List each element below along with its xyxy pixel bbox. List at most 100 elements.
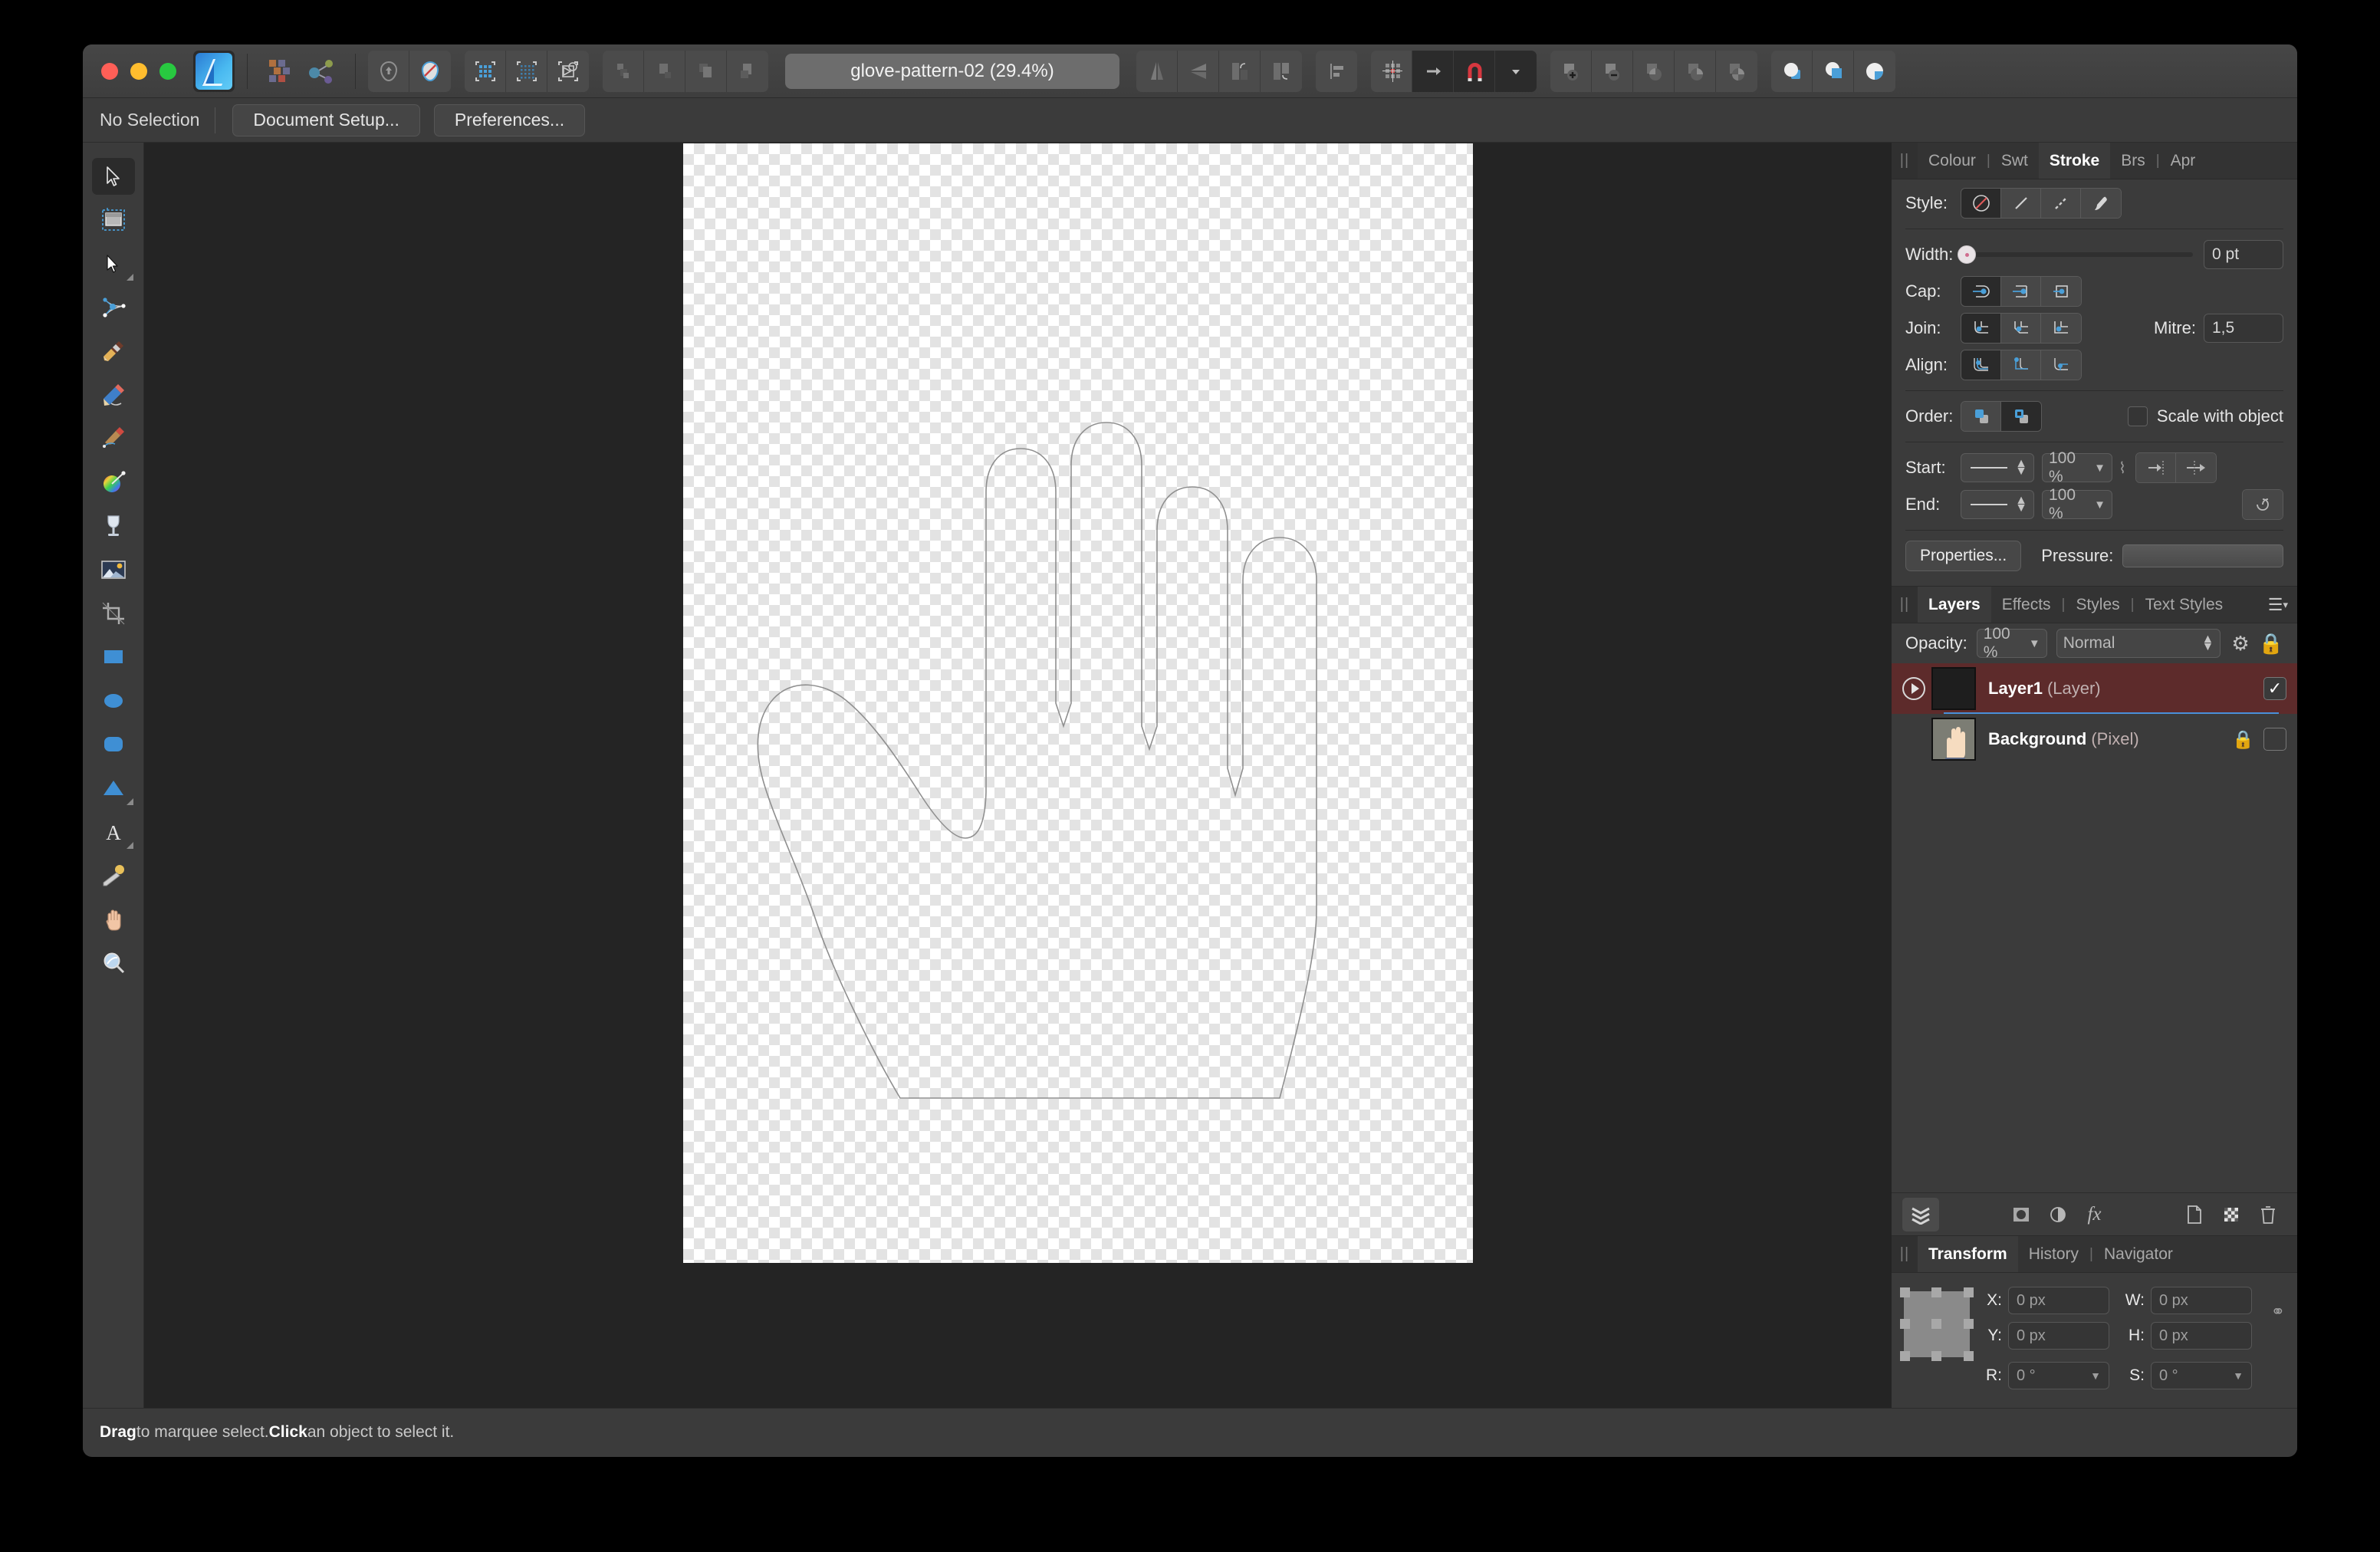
layer-row-layer1[interactable]: Layer1(Layer) ✓ [1892, 663, 2297, 714]
cap-square-button[interactable] [2041, 277, 2081, 306]
stroke-mitre-input[interactable]: 1,5 [2204, 314, 2283, 343]
transform-h-input[interactable]: 0 px [2151, 1322, 2252, 1350]
pixel-selection-button[interactable] [465, 51, 506, 92]
join-mitre-button[interactable] [2041, 314, 2081, 343]
blend-mode-1-button[interactable] [1771, 51, 1813, 92]
stroke-width-slider[interactable] [1961, 252, 2193, 257]
selection-from-layer-button[interactable] [547, 51, 589, 92]
delete-layer-button[interactable] [2250, 1198, 2286, 1231]
blend-mode-stepper[interactable]: ▲▼ [2201, 636, 2214, 650]
ellipse-tool[interactable] [92, 682, 135, 719]
gear-icon[interactable]: ⚙ [2231, 632, 2249, 656]
eyedropper-tool[interactable] [92, 857, 135, 894]
designer-persona-button[interactable] [193, 51, 235, 92]
join-round-button[interactable] [1961, 314, 2001, 343]
export-persona-button[interactable] [301, 51, 343, 92]
tab-brushes[interactable]: Brs [2110, 143, 2156, 179]
new-layer-button[interactable] [2176, 1198, 2213, 1231]
tab-colour[interactable]: Colour [1918, 143, 1987, 179]
tab-transform[interactable]: Transform [1918, 1236, 2018, 1272]
arrow-align-inside-button[interactable] [2136, 453, 2176, 482]
stroke-properties-button[interactable]: Properties... [1905, 541, 2021, 571]
move-down-button[interactable] [644, 51, 685, 92]
vector-brush-tool[interactable] [92, 420, 135, 457]
zoom-tool[interactable] [92, 945, 135, 982]
document-setup-button[interactable]: Document Setup... [232, 104, 420, 136]
rounded-rectangle-tool[interactable] [92, 726, 135, 763]
tab-history[interactable]: History [2018, 1236, 2089, 1272]
background-visibility-checkbox[interactable] [2263, 728, 2286, 751]
blend-mode-select[interactable]: Normal ▲▼ [2056, 629, 2221, 658]
end-arrow-select[interactable]: ▲▼ [1961, 490, 2034, 519]
expand-layer-icon[interactable] [1902, 677, 1925, 700]
transform-y-input[interactable]: 0 px [2008, 1322, 2109, 1350]
move-back-button[interactable] [727, 51, 768, 92]
start-arrow-stepper[interactable]: ▲▼ [2015, 460, 2027, 475]
align-inside-button[interactable] [2001, 350, 2041, 380]
stroke-style-brush-button[interactable] [2081, 189, 2121, 218]
start-scale-select[interactable]: 100 % ▼ [2042, 453, 2112, 482]
move-up-button[interactable] [603, 51, 644, 92]
transform-r-input[interactable]: 0 ° ▼ [2008, 1362, 2109, 1389]
start-arrow-select[interactable]: ▲▼ [1961, 453, 2034, 482]
hand-tool[interactable] [92, 901, 135, 938]
boolean-subtract-button[interactable] [1592, 51, 1633, 92]
tab-styles[interactable]: Styles [2065, 587, 2130, 623]
blend-mode-3-button[interactable] [1854, 51, 1895, 92]
tab-layers[interactable]: Layers [1918, 587, 1991, 623]
cap-round-button[interactable] [1961, 277, 2001, 306]
tab-stroke[interactable]: Stroke [2039, 143, 2110, 179]
cap-butt-button[interactable] [2001, 277, 2041, 306]
stroke-width-input[interactable]: 0 pt [2204, 240, 2283, 269]
boolean-divide-button[interactable] [1716, 51, 1757, 92]
pencil-tool[interactable] [92, 376, 135, 413]
artboard-tool[interactable] [92, 202, 135, 238]
flip-vertical-button[interactable] [1178, 51, 1219, 92]
order-stroke-above-button[interactable] [1961, 402, 2001, 431]
transform-panel-grip-icon[interactable]: || [1892, 1236, 1918, 1272]
snapping-arrow-button[interactable] [1412, 51, 1454, 92]
layer-row-background[interactable]: Background(Pixel) 🔒 [1892, 714, 2297, 764]
transform-x-input[interactable]: 0 px [2008, 1287, 2109, 1314]
swap-arrows-button[interactable] [2243, 490, 2283, 519]
place-image-tool[interactable] [92, 551, 135, 588]
text-tool[interactable]: A [92, 814, 135, 850]
stroke-width-slider-knob[interactable] [1958, 245, 1976, 264]
subtract-selection-button[interactable] [409, 51, 451, 92]
move-front-button[interactable] [685, 51, 727, 92]
arrow-align-outside-button[interactable] [2176, 453, 2216, 482]
end-scale-select[interactable]: 100 % ▼ [2042, 490, 2112, 519]
preferences-button[interactable]: Preferences... [434, 104, 585, 136]
lock-icon[interactable]: 🔒 [2259, 632, 2283, 656]
magnet-snapping-button[interactable] [1454, 51, 1495, 92]
scale-with-object-checkbox[interactable] [2128, 406, 2148, 426]
snapping-dropdown-button[interactable] [1495, 51, 1537, 92]
corner-tool[interactable] [92, 289, 135, 326]
rotate-left-button[interactable] [1219, 51, 1261, 92]
link-ratio-icon[interactable]: ⚭ [2271, 1302, 2285, 1322]
join-bevel-button[interactable] [2001, 314, 2041, 343]
tab-swatches[interactable]: Swt [1990, 143, 2039, 179]
artboard-canvas[interactable] [683, 143, 1473, 1263]
refine-selection-button[interactable] [506, 51, 547, 92]
pen-tool[interactable] [92, 333, 135, 370]
tab-text-styles[interactable]: Text Styles [2135, 587, 2234, 623]
boolean-add-button[interactable] [1550, 51, 1592, 92]
stroke-style-dashed-button[interactable] [2041, 189, 2081, 218]
panel-grip-icon[interactable]: || [1892, 143, 1918, 179]
boolean-xor-button[interactable] [1675, 51, 1716, 92]
canvas-area[interactable] [144, 143, 1891, 1408]
rotate-right-button[interactable] [1261, 51, 1302, 92]
align-centre-button[interactable] [1961, 350, 2001, 380]
blend-mode-2-button[interactable] [1813, 51, 1854, 92]
start-end-link-icon[interactable]: ⌇ [2112, 459, 2132, 478]
layer-lock-icon[interactable]: 🔒 [2232, 729, 2254, 750]
end-arrow-stepper[interactable]: ▲▼ [2015, 497, 2027, 511]
minimize-window-button[interactable] [130, 63, 147, 80]
align-outside-button[interactable] [2041, 350, 2081, 380]
triangle-tool[interactable] [92, 770, 135, 807]
stroke-style-solid-button[interactable] [2001, 189, 2041, 218]
colour-wheel-tool[interactable] [92, 464, 135, 501]
opacity-select[interactable]: 100 % ▼ [1977, 629, 2047, 658]
node-tool[interactable] [92, 245, 135, 282]
